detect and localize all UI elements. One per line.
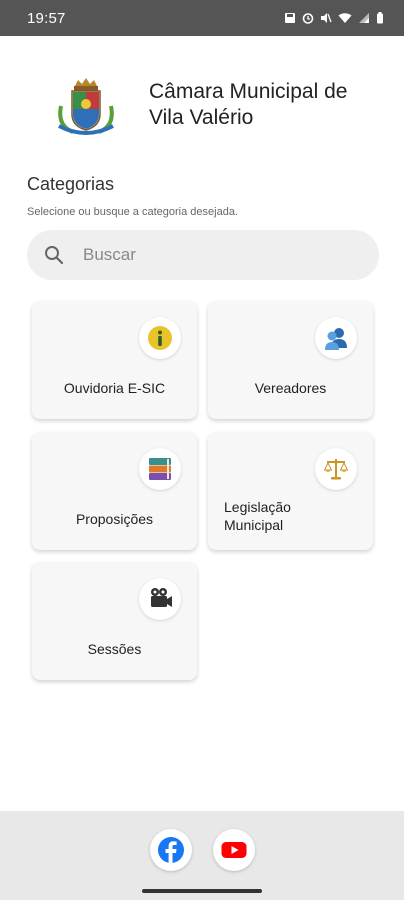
card-icon-wrapper [315, 448, 357, 490]
category-card-sessoes[interactable]: Sessões [32, 562, 197, 680]
youtube-icon [221, 842, 247, 858]
card-label: Vereadores [254, 380, 327, 396]
category-card-ouvidoria[interactable]: Ouvidoria E-SIC [32, 301, 197, 419]
wifi-icon [338, 13, 352, 23]
categories-title: Categorias [27, 174, 115, 194]
header: Câmara Municipal de Vila Valério [0, 36, 404, 166]
search-input[interactable] [83, 230, 363, 280]
card-label: Proposições [75, 511, 154, 527]
search-icon [45, 246, 64, 265]
facebook-button[interactable] [150, 829, 192, 871]
status-bar: 19:57 [0, 0, 404, 36]
app-title-line2: Vila Valério [149, 106, 254, 129]
card-label-line2: Municipal [224, 517, 284, 533]
users-icon [325, 328, 347, 350]
youtube-button[interactable] [213, 829, 255, 871]
status-time: 19:57 [27, 10, 66, 27]
card-label: Ouvidoria E-SIC [63, 380, 166, 396]
save-icon [285, 13, 295, 23]
card-icon-wrapper [315, 317, 357, 359]
signal-icon [359, 13, 369, 23]
mute-icon [321, 13, 332, 23]
card-icon-wrapper [139, 448, 181, 490]
category-card-legislacao[interactable]: Legislação Municipal [208, 432, 373, 550]
search-bar[interactable] [27, 230, 379, 280]
card-label: Legislação Municipal [224, 498, 354, 534]
app-title-line1: Câmara Municipal de [149, 80, 348, 103]
card-label: Sessões [87, 641, 142, 657]
card-icon-wrapper [139, 578, 181, 620]
categories-subtitle: Selecione ou busque a categoria desejada… [27, 206, 238, 218]
status-icons [284, 10, 384, 26]
alarm-icon [302, 13, 314, 24]
facebook-icon [158, 837, 184, 863]
books-icon [149, 458, 171, 480]
category-card-proposicoes[interactable]: Proposições [32, 432, 197, 550]
battery-icon [377, 12, 383, 24]
info-icon [148, 326, 172, 350]
scales-icon [323, 459, 349, 480]
card-icon-wrapper [139, 317, 181, 359]
app-title: Câmara Municipal de Vila Valério [149, 79, 389, 131]
card-label-line1: Legislação [224, 499, 291, 515]
municipal-crest-logo [58, 78, 114, 135]
home-indicator[interactable] [142, 889, 262, 893]
video-camera-icon [151, 588, 172, 607]
footer [0, 811, 404, 900]
category-card-vereadores[interactable]: Vereadores [208, 301, 373, 419]
